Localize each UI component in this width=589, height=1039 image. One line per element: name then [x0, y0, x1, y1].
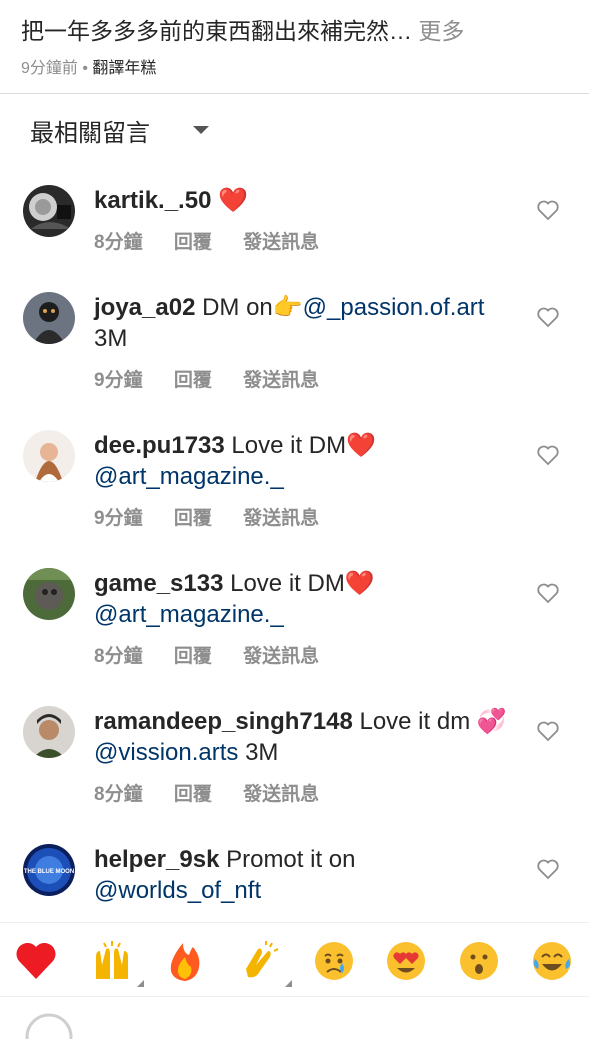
translate-link[interactable]: 翻譯年糕	[92, 60, 156, 77]
comment-text: kartik._.50 ❤️	[94, 185, 524, 216]
comment-username[interactable]: dee.pu1733	[94, 432, 225, 459]
heart-emoji-icon[interactable]	[14, 939, 58, 983]
avatar[interactable]: THE BLUE MOON	[23, 844, 75, 896]
mention-link[interactable]: @_passion.of.art	[303, 294, 485, 321]
comment-time: 9分鐘	[94, 508, 143, 529]
clapping-hands-emoji-icon[interactable]	[238, 939, 292, 987]
send-message-button[interactable]: 發送訊息	[243, 779, 319, 806]
comment-body: Love it DM❤️	[224, 432, 376, 459]
sort-label: 最相關留言	[30, 120, 150, 147]
surprised-face-emoji-icon[interactable]	[457, 939, 501, 983]
mention-link[interactable]: @art_magazine._	[94, 601, 284, 628]
reply-button[interactable]: 回覆	[174, 779, 212, 806]
sort-dropdown[interactable]: 最相關留言	[30, 113, 209, 148]
comment-body: Promot it on	[219, 846, 356, 873]
mention-link[interactable]: @art_magazine._	[94, 463, 284, 490]
variant-corner-icon	[137, 980, 144, 987]
avatar[interactable]	[23, 185, 75, 237]
emoji-reaction-bar	[0, 922, 589, 997]
heart-eyes-emoji-icon[interactable]	[384, 939, 428, 983]
comment-time: 8分鐘	[94, 784, 143, 805]
comment-body: Love it dm 💞	[352, 708, 507, 735]
comment-time: 8分鐘	[94, 232, 143, 253]
comment-text: dee.pu1733 Love it DM❤️ @art_magazine._	[94, 430, 524, 492]
comment-actions: 8分鐘 回覆 發送訊息	[94, 641, 345, 668]
comment-username[interactable]: helper_9sk	[94, 846, 219, 873]
send-message-button[interactable]: 發送訊息	[243, 227, 319, 254]
comment-actions: 8分鐘 回覆 發送訊息	[94, 227, 345, 254]
like-heart-icon[interactable]	[536, 444, 560, 466]
mention-link[interactable]: @vission.arts	[94, 739, 238, 766]
raising-hands-emoji-icon[interactable]	[90, 939, 144, 987]
composer-avatar	[25, 1013, 73, 1039]
comment-text: joya_a02 DM on👉@_passion.of.art 3M	[94, 292, 524, 354]
comment-actions: 9分鐘 回覆 發送訊息	[94, 365, 345, 392]
comment-actions: 8分鐘 回覆 發送訊息	[94, 779, 345, 806]
send-message-button[interactable]: 發送訊息	[243, 641, 319, 668]
like-heart-icon[interactable]	[536, 582, 560, 604]
caption-time: 9分鐘前	[21, 60, 78, 77]
reply-button[interactable]: 回覆	[174, 365, 212, 392]
send-message-button[interactable]: 發送訊息	[243, 365, 319, 392]
caption-text: 把一年多多多前的東西翻出來補完然…	[21, 18, 412, 44]
comment-text: helper_9sk Promot it on @worlds_of_nft	[94, 844, 524, 906]
divider	[0, 93, 589, 94]
avatar[interactable]	[23, 568, 75, 620]
more-link[interactable]: 更多	[412, 18, 464, 44]
comment-text: game_s133 Love it DM❤️ @art_magazine._	[94, 568, 524, 630]
comment-tail: 3M	[238, 739, 279, 766]
avatar[interactable]	[23, 430, 75, 482]
like-heart-icon[interactable]	[536, 720, 560, 742]
caret-down-icon	[193, 126, 209, 134]
comment-username[interactable]: ramandeep_singh7148	[94, 708, 353, 735]
variant-corner-icon	[285, 980, 292, 987]
reply-button[interactable]: 回覆	[174, 641, 212, 668]
avatar[interactable]	[23, 292, 75, 344]
caption-line: 把一年多多多前的東西翻出來補完然… 更多	[21, 12, 464, 46]
comment-username[interactable]: kartik._.50	[94, 187, 211, 214]
comment-username[interactable]: game_s133	[94, 570, 223, 597]
comment-username[interactable]: joya_a02	[94, 294, 195, 321]
like-heart-icon[interactable]	[536, 199, 560, 221]
comment-text: ramandeep_singh7148 Love it dm 💞 @vissio…	[94, 706, 524, 768]
meta-dot: •	[77, 60, 93, 77]
comment-actions: 9分鐘 回覆 發送訊息	[94, 503, 345, 530]
comment-tail: 3M	[94, 325, 128, 352]
comment-body: DM on👉	[195, 294, 303, 321]
like-heart-icon[interactable]	[536, 306, 560, 328]
comment-time: 8分鐘	[94, 646, 143, 667]
comment-time: 9分鐘	[94, 370, 143, 391]
reply-button[interactable]: 回覆	[174, 227, 212, 254]
mention-link[interactable]: @worlds_of_nft	[94, 877, 261, 904]
reply-button[interactable]: 回覆	[174, 503, 212, 530]
caption-meta: 9分鐘前 • 翻譯年糕	[21, 54, 156, 78]
avatar-logo-text: THE BLUE MOON	[24, 869, 74, 875]
avatar[interactable]	[23, 706, 75, 758]
like-heart-icon[interactable]	[536, 858, 560, 880]
fire-emoji-icon[interactable]	[163, 939, 207, 983]
comment-composer[interactable]	[0, 996, 589, 1039]
comment-body: Love it DM❤️	[223, 570, 375, 597]
tears-of-joy-emoji-icon[interactable]	[530, 939, 574, 983]
send-message-button[interactable]: 發送訊息	[243, 503, 319, 530]
comment-body: ❤️	[211, 187, 248, 214]
crying-face-emoji-icon[interactable]	[312, 939, 356, 983]
